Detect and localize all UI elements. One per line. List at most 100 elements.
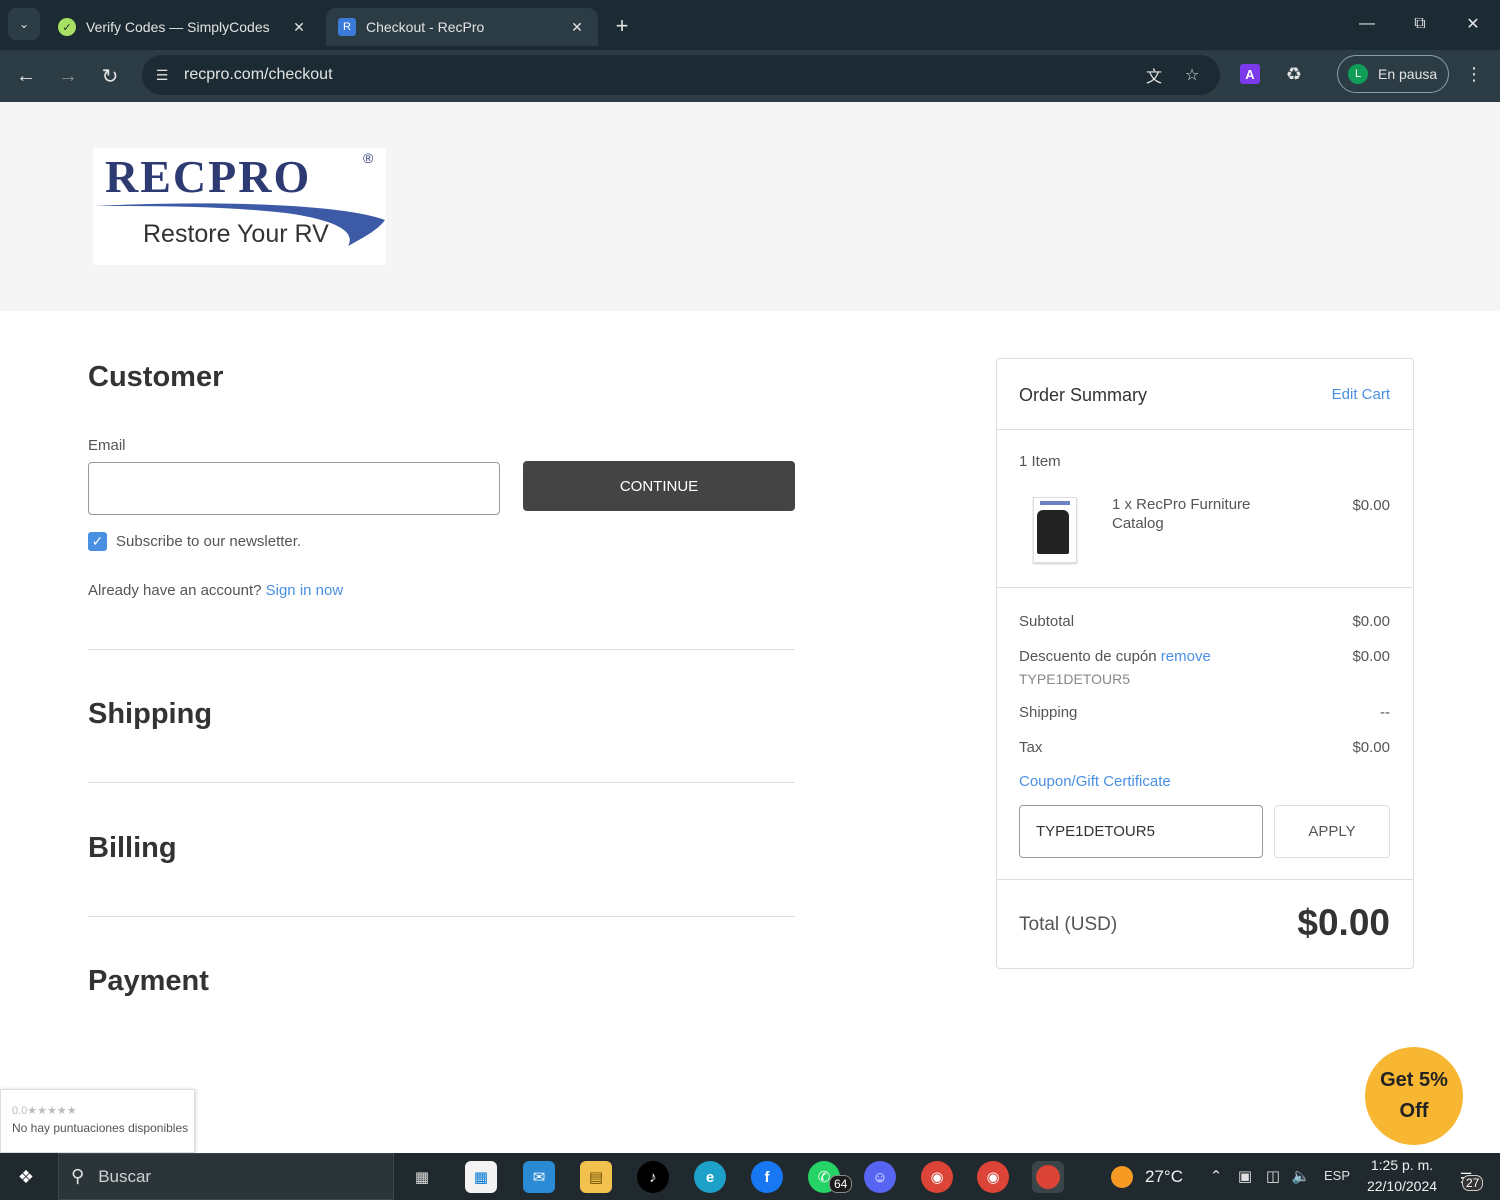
discord-icon[interactable]: ☺ [864,1161,896,1193]
weather-sun-icon[interactable] [1111,1166,1133,1188]
section-divider [88,649,795,650]
billing-heading[interactable]: Billing [88,832,177,865]
mail-icon[interactable]: ✉ [523,1161,555,1193]
file-explorer-icon[interactable]: ▤ [580,1161,612,1193]
tab-title: Checkout - RecPro [366,19,485,35]
windows-start-icon[interactable]: ❖ [14,1165,38,1189]
product-name: 1 x RecPro Furniture Catalog [1112,496,1251,532]
translate-icon[interactable]: 文 [1142,63,1166,87]
tab-close-icon[interactable]: ✕ [290,19,308,36]
product-price: $0.00 [1352,497,1390,514]
minimize-icon[interactable]: — [1342,8,1392,40]
browser-toolbar: ← → ↻ ☰ recpro.com/checkout 文 ☆ A ♻ L En… [0,50,1500,102]
site-header: RECPRO ® Restore Your RV [0,102,1500,311]
recpro-logo[interactable]: RECPRO ® Restore Your RV [93,148,386,265]
furniture-chair-icon [1037,510,1069,554]
payment-heading[interactable]: Payment [88,965,209,998]
customer-heading: Customer [88,361,224,393]
restore-icon[interactable]: ⧉ [1395,8,1445,40]
widgets-icon[interactable]: ▦ [406,1161,438,1193]
facebook-icon[interactable]: f [751,1161,783,1193]
volume-icon[interactable]: 🔈 [1290,1165,1312,1187]
ratings-text: No hay puntuaciones disponibles [12,1121,189,1135]
address-bar[interactable]: ☰ recpro.com/checkout 文 ☆ [142,55,1220,95]
edit-cart-link[interactable]: Edit Cart [1332,386,1390,403]
tab-close-icon[interactable]: ✕ [568,19,586,36]
clock-time[interactable]: 1:25 p. m. [1367,1157,1437,1173]
meet-camera-icon[interactable]: ▣ [1234,1165,1256,1187]
window-close-icon[interactable]: ✕ [1448,8,1498,40]
remove-coupon-link[interactable]: remove [1161,648,1211,665]
tab-search-chevron-icon[interactable]: ⌄ [8,8,40,40]
reload-icon[interactable]: ↻ [94,60,126,92]
taskbar-search-label: Buscar [98,1166,152,1186]
recpro-icon: R [338,18,356,36]
bookmark-star-icon[interactable]: ☆ [1180,63,1204,87]
profile-button[interactable]: L En pausa [1337,55,1449,93]
microsoft-store-icon[interactable]: ▦ [465,1161,497,1193]
applied-coupon-code: TYPE1DETOUR5 [1019,671,1130,687]
total-label: Total (USD) [1019,914,1118,935]
simplycodes-check-icon: ✓ [58,18,76,36]
edge-icon[interactable]: e [694,1161,726,1193]
newsletter-label: Subscribe to our newsletter. [116,533,302,550]
discount-value: $0.00 [1352,648,1390,665]
ratings-badge[interactable]: 0.0★★★★★ No hay puntuaciones disponibles [0,1089,195,1153]
network-icon[interactable]: ◫ [1262,1165,1284,1187]
coupon-code-input[interactable] [1019,805,1263,858]
back-arrow-icon[interactable]: ← [10,60,42,92]
section-divider [88,782,795,783]
extension-a-icon[interactable]: A [1240,64,1260,84]
extensions-puzzle-icon[interactable]: ♻ [1282,62,1306,86]
ratings-score: 0.0★★★★★ [12,1105,77,1117]
tray-overflow-chevron-icon[interactable]: ⌃ [1205,1165,1227,1187]
tax-label: Tax [1019,739,1043,756]
tax-value: $0.00 [1352,739,1390,756]
notification-count: 27 [1462,1175,1484,1191]
sign-in-link[interactable]: Sign in now [266,582,344,599]
email-field[interactable] [88,462,500,515]
discount-label: Descuento de cupón [1019,648,1157,665]
logo-wordmark: RECPRO [105,151,312,202]
subtotal-label: Subtotal [1019,613,1075,630]
item-count: 1 Item [1019,453,1061,470]
clock-date[interactable]: 22/10/2024 [1360,1178,1444,1194]
forward-arrow-icon[interactable]: → [52,60,84,92]
weather-temperature[interactable]: 27°C [1145,1167,1183,1187]
tab-simplycodes[interactable]: ✓ Verify Codes — SimplyCodes ✕ [46,8,320,46]
site-info-tune-icon[interactable]: ☰ [150,63,174,87]
continue-button[interactable]: CONTINUE [523,461,795,511]
summary-divider [997,587,1413,588]
shipping-value: -- [1380,704,1390,721]
apply-coupon-button[interactable]: APPLY [1274,805,1390,858]
logo-tagline: Restore Your RV [143,220,329,248]
tiktok-icon[interactable]: ♪ [637,1161,669,1193]
summary-divider [997,879,1413,880]
section-divider [88,916,795,917]
url-text[interactable]: recpro.com/checkout [184,66,333,84]
tab-title: Verify Codes — SimplyCodes [86,19,270,35]
chrome-profile-s-icon[interactable]: ◉ [977,1161,1009,1193]
shipping-label: Shipping [1019,704,1078,721]
summary-divider [997,429,1413,430]
new-tab-plus-icon[interactable]: + [608,12,636,40]
subtotal-value: $0.00 [1352,613,1390,630]
coupon-gift-certificate-link[interactable]: Coupon/Gift Certificate [1019,773,1171,790]
shipping-heading[interactable]: Shipping [88,698,212,731]
discount-row: Descuento de cupón remove [1019,648,1211,665]
profile-label: En pausa [1378,66,1438,82]
account-prompt-text: Already have an account? [88,582,262,599]
newsletter-checkbox[interactable]: ✓ [88,532,107,551]
tab-recpro-checkout[interactable]: R Checkout - RecPro ✕ [326,8,598,46]
chrome-active-icon[interactable] [1032,1161,1064,1193]
browser-menu-icon[interactable]: ⋮ [1462,62,1486,86]
product-thumbnail [1033,497,1077,563]
order-summary-title: Order Summary [1019,385,1148,405]
input-language[interactable]: ESP [1324,1168,1350,1183]
total-value: $0.00 [1297,902,1390,943]
chrome-profile-l-icon[interactable]: ◉ [921,1161,953,1193]
discount-promo-button[interactable]: Get 5% Off [1365,1047,1463,1145]
taskbar-search-box[interactable]: ⚲ Buscar [58,1153,394,1200]
thumbnail-logo-band [1040,501,1070,505]
search-icon: ⚲ [71,1166,85,1186]
